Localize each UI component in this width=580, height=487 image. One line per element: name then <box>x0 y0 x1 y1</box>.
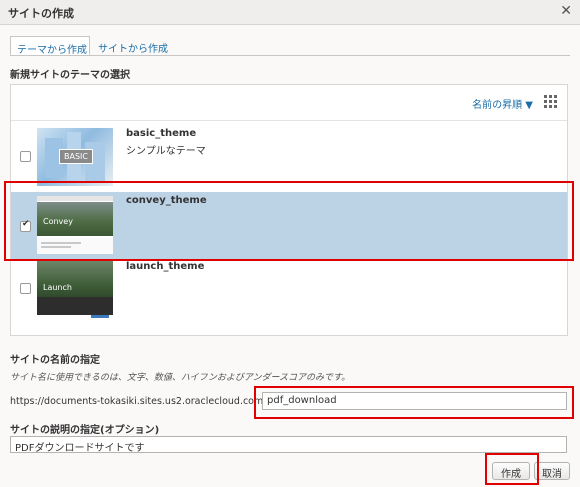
theme-section-title: 新規サイトのテーマの選択 <box>10 70 130 81</box>
theme-row-basic[interactable]: BASIC basic_theme シンプルなテーマ <box>11 125 567 192</box>
basic-thumb-label: BASIC <box>59 149 93 164</box>
site-desc-section-title: サイトの説明の指定(オプション) <box>10 425 160 436</box>
create-button[interactable]: 作成 <box>492 462 530 480</box>
grid-view-icon[interactable] <box>544 95 557 108</box>
close-icon[interactable]: ✕ <box>560 3 572 19</box>
tab-create-from-theme[interactable]: テーマから作成 <box>10 36 90 56</box>
theme-desc-basic: シンプルなテーマ <box>126 146 206 157</box>
theme-checkbox-basic[interactable] <box>20 151 31 162</box>
site-name-hint: サイト名に使用できるのは、文字、数値、ハイフンおよびアンダースコアのみです。 <box>10 373 351 383</box>
site-description-input[interactable]: PDFダウンロードサイトです <box>10 436 567 454</box>
site-name-section-title: サイトの名前の指定 <box>10 355 100 366</box>
theme-row-convey[interactable]: Convey convey_theme <box>11 192 567 259</box>
theme-checkbox-launch[interactable] <box>20 283 31 294</box>
convey-theme-thumbnail: Convey <box>37 196 113 254</box>
theme-list-panel: 名前の昇順 ▼ BASIC basic_theme シンプルなテーマ Conve… <box>10 84 568 336</box>
convey-thumb-label: Convey <box>43 217 73 226</box>
sort-bar: 名前の昇順 ▼ <box>11 85 567 121</box>
theme-name-launch: launch_theme <box>126 261 205 272</box>
site-url-prefix: https://documents-tokasiki.sites.us2.ora… <box>10 396 288 407</box>
launch-theme-thumbnail: Launch <box>37 261 113 319</box>
theme-name-basic: basic_theme <box>126 128 197 139</box>
theme-row-launch[interactable]: Launch launch_theme <box>11 259 567 326</box>
tab-create-from-site[interactable]: サイトから作成 <box>92 36 174 56</box>
theme-name-convey: convey_theme <box>126 195 207 206</box>
tab-divider <box>10 55 570 56</box>
site-name-input[interactable]: pdf_download <box>262 392 567 410</box>
dialog-titlebar: サイトの作成 ✕ <box>0 0 580 25</box>
launch-thumb-label: Launch <box>43 283 72 292</box>
dialog-title: サイトの作成 <box>8 7 74 20</box>
cancel-button[interactable]: 取消 <box>534 462 570 480</box>
basic-theme-thumbnail: BASIC <box>37 128 113 186</box>
sort-dropdown[interactable]: 名前の昇順 ▼ <box>472 96 533 111</box>
theme-checkbox-convey[interactable] <box>20 219 31 232</box>
